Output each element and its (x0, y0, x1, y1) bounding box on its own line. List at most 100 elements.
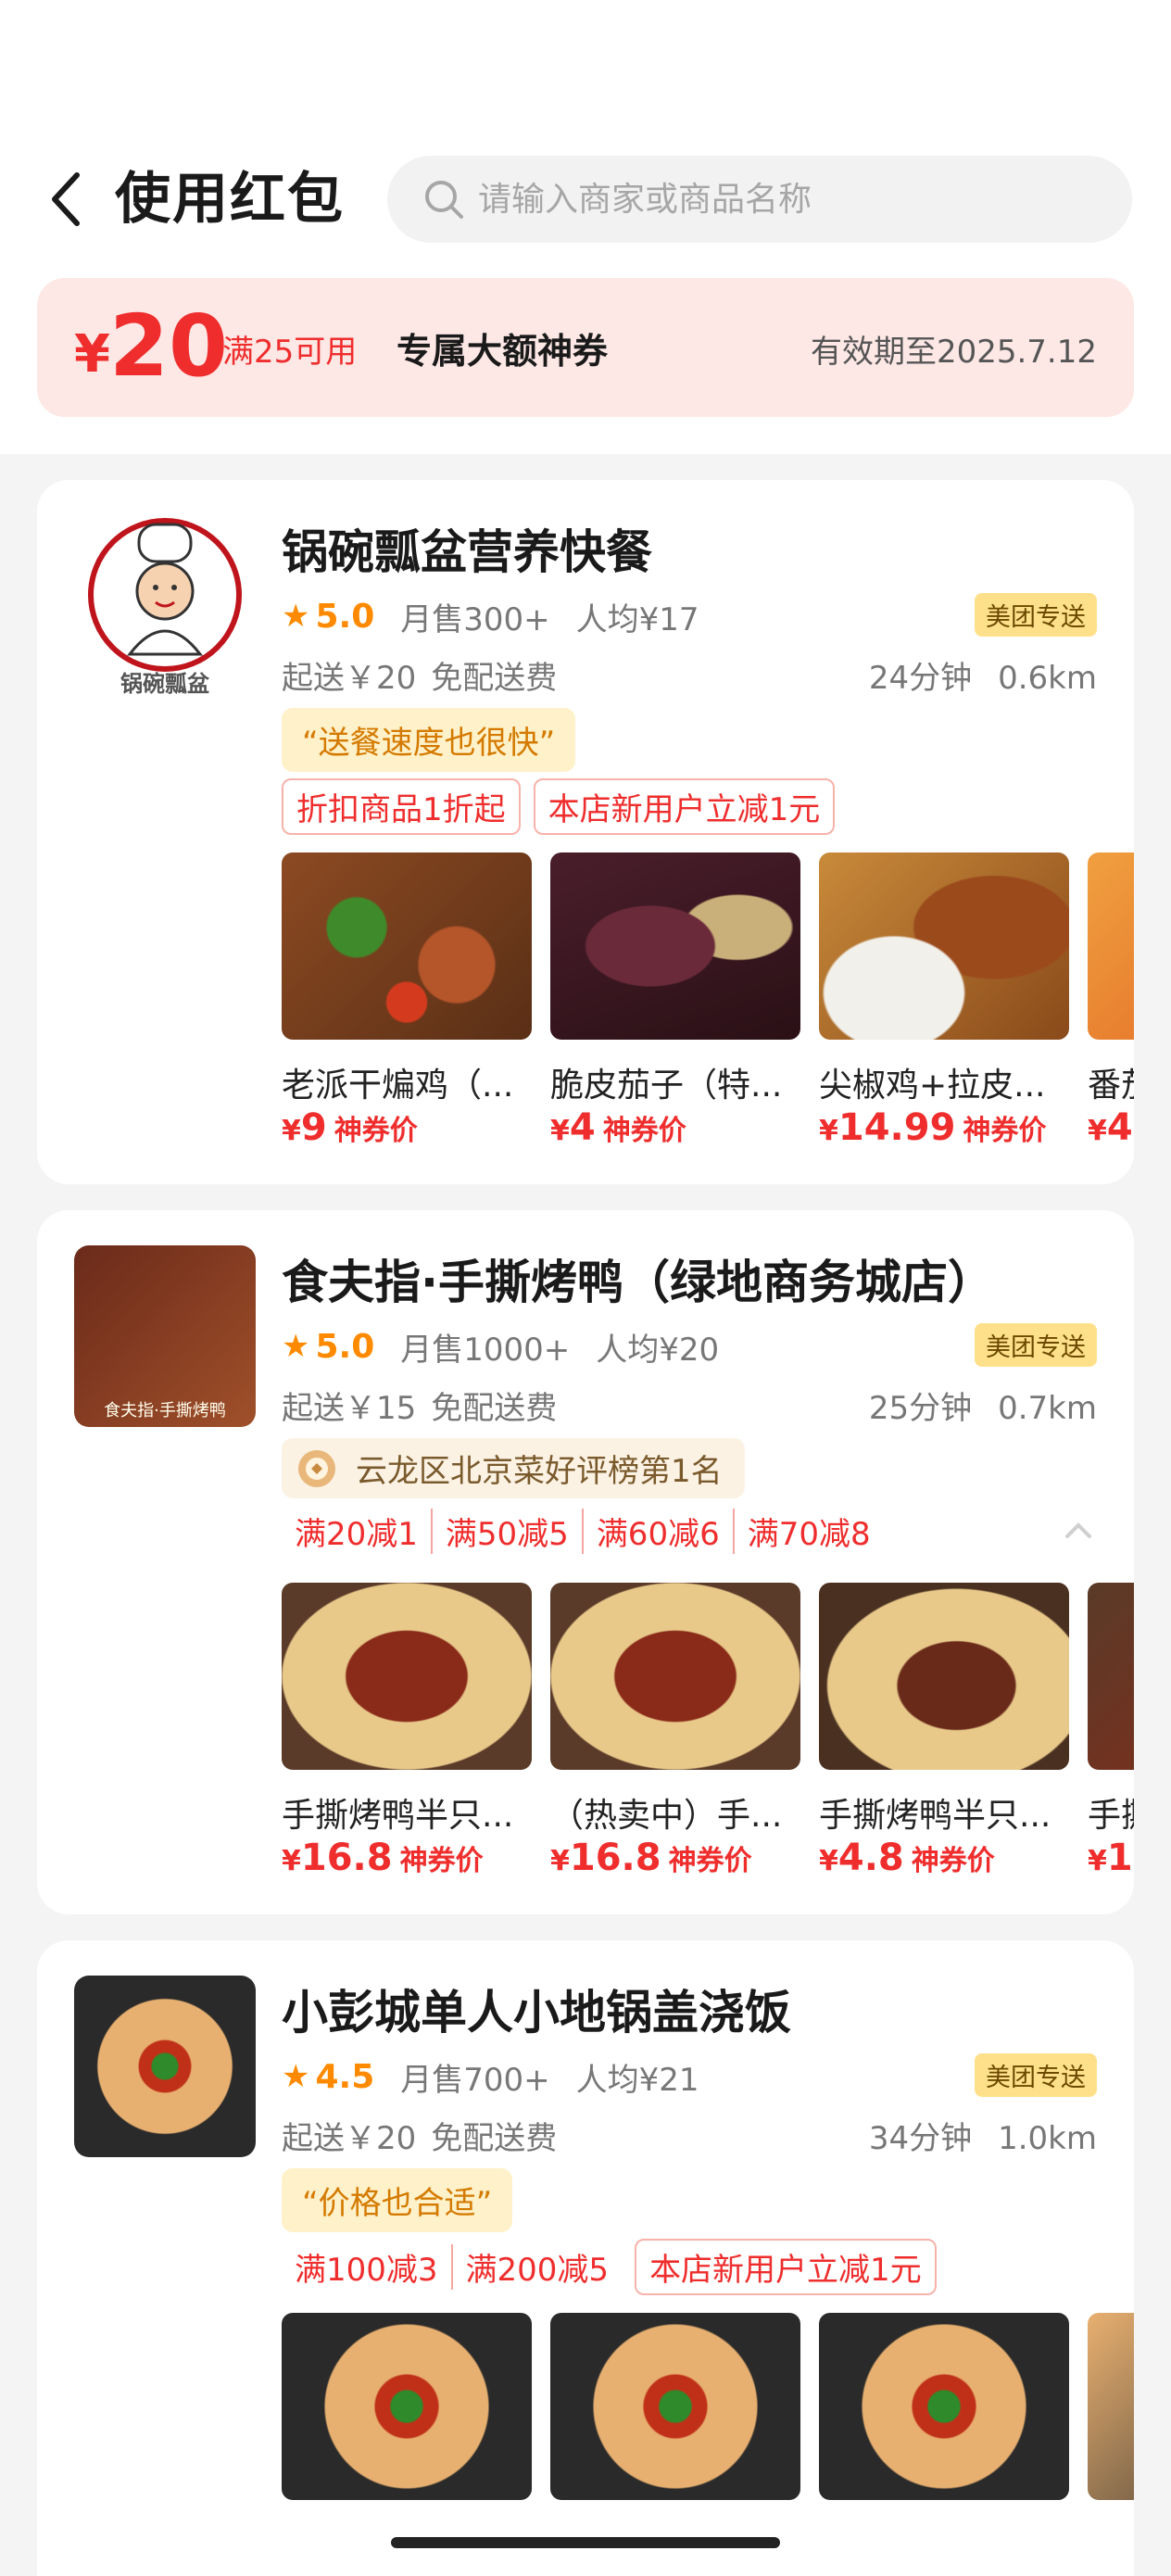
page-title: 使用红包 (115, 167, 345, 232)
price-currency: ¥ (1088, 1115, 1107, 1147)
promo-tags: 满20减1 满50减5 满60减6 满70减8 (282, 1509, 884, 1554)
price-value: 1 (1106, 1837, 1133, 1879)
shop-meta: ★ 4.5 月售700+ 人均¥21 (282, 2053, 699, 2100)
product-item[interactable] (550, 2313, 800, 2500)
product-carousel[interactable]: 手撕烤鸭半只... ¥16.8 神券价 （热卖中）手... ¥16.8 神券价 手撕… (282, 1583, 1134, 1898)
delivery-badge: 美团专送 (975, 593, 1097, 637)
promo-tag: 满100减3 (295, 2252, 438, 2289)
min-order: 起送￥15 (282, 1390, 417, 1427)
shop-rating: 5.0 (315, 597, 375, 636)
promo-tags: 折扣商品1折起 本店新用户立减1元 (282, 778, 848, 835)
product-price: ¥14.99 神券价 (819, 1106, 1069, 1149)
product-price: ¥16.8 神券价 (550, 1837, 800, 1879)
price-currency: ¥ (819, 1845, 838, 1877)
product-name: 尖椒鸡+拉皮... (819, 1067, 1046, 1101)
product-carousel[interactable]: 老派干煸鸡（... ¥9 神券价 脆皮茄子（特... ¥4 神券价 尖椒鸡+拉皮..… (282, 852, 1134, 1168)
product-image (282, 852, 532, 1040)
delivery-time: 34分钟 (868, 2120, 973, 2157)
product-price: ¥1 (1088, 1837, 1134, 1879)
product-item[interactable] (282, 2313, 532, 2500)
distance: 1.0km (998, 2120, 1097, 2157)
shop-name: 锅碗瓢盆营养快餐 (282, 525, 652, 579)
promo-tag: 满50减5 (430, 1509, 582, 1554)
logo-text: 锅碗瓢盆 (120, 671, 209, 697)
price-currency: ¥ (550, 1845, 570, 1877)
shop-avg-price: 人均¥20 (596, 1331, 720, 1369)
medal-icon (298, 1449, 335, 1487)
coupon-validity: 有效期至2025.7.12 (810, 334, 1097, 371)
logo-text: 食夫指·手撕烤鸭 (104, 1401, 226, 1421)
shop-name: 食夫指·手撕烤鸭（绿地商务城店） (282, 1256, 994, 1309)
rank-badge: 云龙区北京菜好评榜第1名 (282, 1438, 745, 1498)
shop-card[interactable]: 小彭城单人小地锅盖浇饭 ★ 4.5 月售700+ 人均¥21 美团专送 起送￥2… (37, 1940, 1134, 2576)
distance: 0.7km (998, 1390, 1097, 1427)
shop-logo: 锅碗瓢盆 (74, 515, 256, 697)
product-image (550, 852, 800, 1040)
product-item[interactable]: 手撕烤鸭半只... ¥16.8 神券价 (282, 1583, 532, 1879)
shop-logo: 食夫指·手撕烤鸭 (74, 1245, 256, 1427)
back-button[interactable] (43, 167, 89, 232)
price-value: 14.99 (837, 1106, 956, 1149)
delivery-time: 24分钟 (868, 660, 973, 697)
promo-tag: 满60减6 (581, 1509, 733, 1554)
promo-tag: 本店新用户立减1元 (533, 778, 836, 835)
product-item[interactable]: 手撕 ¥1 (1088, 1583, 1134, 1879)
price-tag: 神券价 (399, 1845, 484, 1877)
coupon-condition: 满25可用 (222, 334, 358, 371)
product-price: ¥4. (1088, 1106, 1134, 1149)
price-value: 9 (300, 1106, 327, 1149)
search-bar[interactable] (387, 156, 1132, 243)
shop-logo (74, 1976, 256, 2157)
price-currency: ¥ (819, 1115, 838, 1147)
star-icon: ★ (282, 2058, 310, 2095)
shop-sales: 月售700+ (400, 2061, 550, 2099)
product-image (1088, 852, 1134, 1040)
product-image (819, 2313, 1069, 2500)
product-image (282, 1583, 532, 1770)
product-image (1088, 2313, 1134, 2500)
promo-tag: 满70减8 (732, 1509, 884, 1554)
home-indicator[interactable] (391, 2537, 780, 2548)
product-image (819, 1583, 1069, 1770)
price-tag: 神券价 (334, 1115, 418, 1147)
rank-text: 云龙区北京菜好评榜第1名 (356, 1453, 723, 1490)
promo-tag: 满200减5 (450, 2244, 623, 2290)
price-value: 16.8 (569, 1837, 661, 1879)
shop-card[interactable]: 锅碗瓢盆 锅碗瓢盆营养快餐 ★ 5.0 月售300+ 人均¥17 美团专送 起送… (37, 480, 1134, 1184)
promo-tag: 满20减1 (295, 1516, 418, 1553)
delivery-time: 25分钟 (868, 1390, 973, 1427)
product-name: 老派干煸鸡（... (282, 1067, 514, 1101)
product-image (550, 1583, 800, 1770)
product-image (819, 852, 1069, 1040)
product-item[interactable]: 老派干煸鸡（... ¥9 神券价 (282, 852, 532, 1149)
product-item[interactable] (1088, 2313, 1134, 2500)
product-item[interactable]: 手撕烤鸭半只... ¥4.8 神券价 (819, 1583, 1069, 1879)
search-input[interactable] (478, 180, 1071, 219)
shop-name: 小彭城单人小地锅盖浇饭 (282, 1986, 791, 2039)
product-item[interactable]: 番茄 ¥4. (1088, 852, 1134, 1149)
product-name: 手撕烤鸭半只... (819, 1797, 1051, 1831)
product-price: ¥9 神券价 (282, 1106, 532, 1149)
price-tag: 神券价 (911, 1845, 995, 1877)
product-name: （热卖中）手... (550, 1797, 783, 1831)
product-item[interactable]: 尖椒鸡+拉皮... ¥14.99 神券价 (819, 852, 1069, 1149)
product-item[interactable]: （热卖中）手... ¥16.8 神券价 (550, 1583, 800, 1879)
price-value: 4 (569, 1106, 596, 1149)
min-order: 起送￥20 (282, 660, 417, 697)
star-icon: ★ (282, 1328, 310, 1365)
shop-list: 锅碗瓢盆 锅碗瓢盆营养快餐 ★ 5.0 月售300+ 人均¥17 美团专送 起送… (0, 454, 1171, 2576)
chevron-up-icon[interactable] (1060, 1516, 1097, 1544)
top-bar: 使用红包 (0, 139, 1171, 259)
shop-sales: 月售1000+ (400, 1331, 571, 1369)
price-tag: 神券价 (668, 1845, 752, 1877)
product-image (282, 2313, 532, 2500)
shop-meta: ★ 5.0 月售1000+ 人均¥20 (282, 1323, 719, 1370)
price-tag: 神券价 (602, 1115, 686, 1147)
price-value: 16.8 (300, 1837, 393, 1879)
shop-card[interactable]: 食夫指·手撕烤鸭 食夫指·手撕烤鸭（绿地商务城店） ★ 5.0 月售1000+ … (37, 1210, 1134, 1914)
price-value: 4. (1106, 1106, 1134, 1149)
price-currency: ¥ (1088, 1845, 1107, 1877)
product-item[interactable] (819, 2313, 1069, 2500)
coupon-banner[interactable]: ¥ 20 满25可用 专属大额神券 有效期至2025.7.12 (37, 278, 1134, 417)
product-item[interactable]: 脆皮茄子（特... ¥4 神券价 (550, 852, 800, 1149)
